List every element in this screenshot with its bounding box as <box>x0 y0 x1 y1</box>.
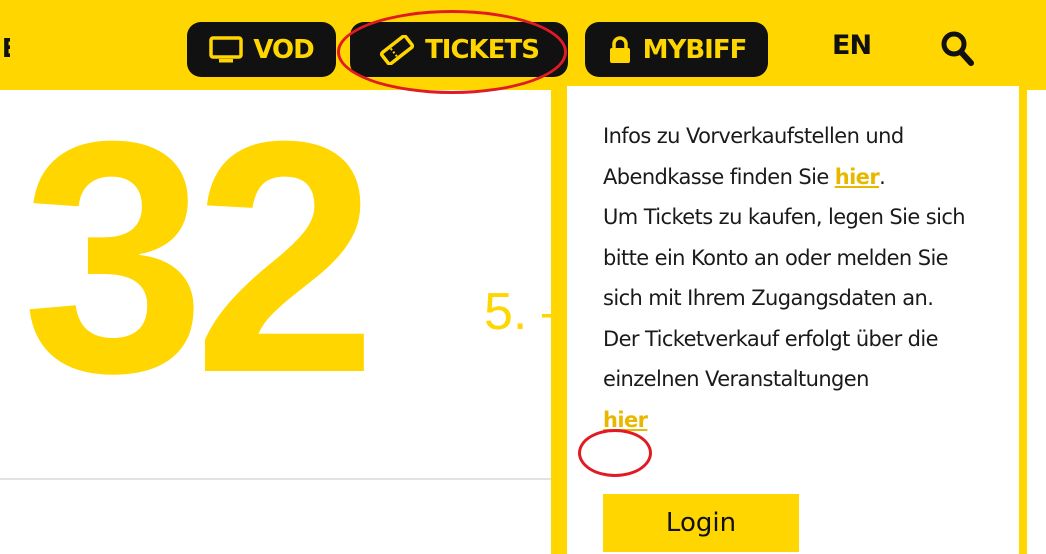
tickets-info-text: Infos zu Vorverkaufstellen und Abendkass… <box>603 116 993 440</box>
cut-off-nav-item[interactable]: E <box>2 34 10 64</box>
presale-info-link[interactable]: hier <box>835 165 880 189</box>
lock-icon <box>609 35 630 63</box>
info-line-1-end: . <box>879 164 886 189</box>
vod-button[interactable]: VOD <box>187 22 336 77</box>
info-line-2: Um Tickets zu kaufen, legen Sie sich bit… <box>603 205 966 310</box>
info-line-3: Der Ticketverkauf erfolgt über die einze… <box>603 326 939 392</box>
tickets-label: TICKETS <box>425 34 540 65</box>
mybiff-label: MYBIFF <box>642 34 748 65</box>
login-button[interactable]: Login <box>603 494 799 552</box>
tickets-button[interactable]: TICKETS <box>350 22 568 77</box>
tickets-dropdown-panel: Infos zu Vorverkaufstellen und Abendkass… <box>551 86 1027 554</box>
language-switch[interactable]: EN <box>832 30 872 61</box>
events-link[interactable]: hier <box>603 408 648 432</box>
divider <box>0 478 555 480</box>
vod-label: VOD <box>253 34 314 65</box>
monitor-icon <box>209 35 244 62</box>
search-icon[interactable] <box>940 30 974 66</box>
ticket-icon <box>379 34 415 65</box>
festival-edition-number: 32 <box>22 72 377 441</box>
mybiff-button[interactable]: MYBIFF <box>585 22 768 77</box>
